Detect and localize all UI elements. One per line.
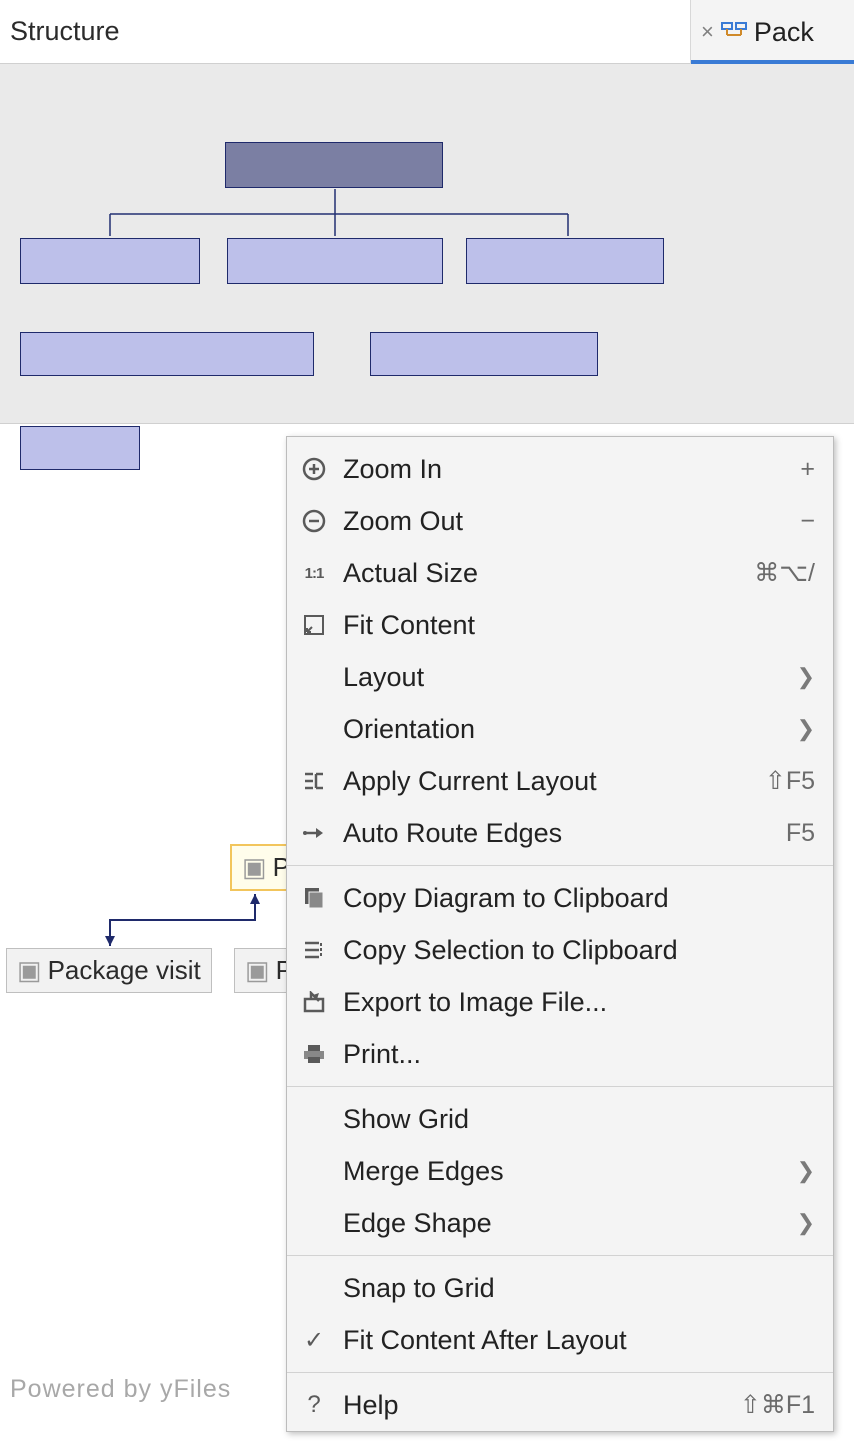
chevron-right-icon: ❯ [797, 716, 815, 742]
menu-copy-diagram[interactable]: Copy Diagram to Clipboard [287, 872, 833, 924]
powered-by: Powered by yFiles [10, 1375, 231, 1404]
panel-title: Structure [10, 16, 752, 47]
close-icon[interactable]: × [701, 19, 714, 45]
zoom-out-icon [299, 509, 329, 533]
folder-icon: ▣ [17, 955, 42, 986]
diagram-node-package-visit[interactable]: ▣ Package visit [6, 948, 212, 993]
chevron-right-icon: ❯ [797, 664, 815, 690]
export-icon [299, 991, 329, 1013]
overview-node [370, 332, 598, 376]
overview-node [227, 238, 443, 284]
diagram-icon [720, 21, 748, 43]
menu-separator [287, 1086, 833, 1087]
actual-size-icon: 1:1 [299, 565, 329, 582]
folder-icon: ▣ [242, 852, 267, 883]
menu-layout[interactable]: Layout ❯ [287, 651, 833, 703]
menu-print[interactable]: Print... [287, 1028, 833, 1080]
context-menu: Zoom In + Zoom Out − 1:1 Actual Size ⌘⌥/… [286, 436, 834, 1432]
menu-help[interactable]: ? Help ⇧⌘F1 [287, 1379, 833, 1431]
chevron-right-icon: ❯ [797, 1158, 815, 1184]
menu-copy-selection[interactable]: Copy Selection to Clipboard [287, 924, 833, 976]
menu-apply-layout[interactable]: Apply Current Layout ⇧F5 [287, 755, 833, 807]
copy-selection-icon [299, 939, 329, 961]
menu-merge-edges[interactable]: Merge Edges ❯ [287, 1145, 833, 1197]
menu-separator [287, 1255, 833, 1256]
menu-zoom-in[interactable]: Zoom In + [287, 443, 833, 495]
print-icon [299, 1043, 329, 1065]
menu-snap-to-grid[interactable]: Snap to Grid [287, 1262, 833, 1314]
editor-tab[interactable]: × Pack [690, 0, 854, 64]
fit-content-icon [299, 614, 329, 636]
check-icon: ✓ [299, 1326, 329, 1355]
menu-orientation[interactable]: Orientation ❯ [287, 703, 833, 755]
overview-node [225, 142, 443, 188]
menu-auto-route[interactable]: Auto Route Edges F5 [287, 807, 833, 859]
menu-edge-shape[interactable]: Edge Shape ❯ [287, 1197, 833, 1249]
menu-export[interactable]: Export to Image File... [287, 976, 833, 1028]
menu-zoom-out[interactable]: Zoom Out − [287, 495, 833, 547]
chevron-right-icon: ❯ [797, 1210, 815, 1236]
overview-node [20, 332, 314, 376]
help-icon: ? [299, 1391, 329, 1419]
folder-icon: ▣ [245, 955, 270, 986]
menu-show-grid[interactable]: Show Grid [287, 1093, 833, 1145]
layout-icon [299, 770, 329, 792]
copy-icon [299, 886, 329, 910]
menu-actual-size[interactable]: 1:1 Actual Size ⌘⌥/ [287, 547, 833, 599]
menu-separator [287, 1372, 833, 1373]
zoom-in-icon [299, 457, 329, 481]
route-icon [299, 825, 329, 841]
menu-fit-content[interactable]: Fit Content [287, 599, 833, 651]
tab-label: Pack [754, 17, 814, 48]
menu-separator [287, 865, 833, 866]
overview-node [20, 238, 200, 284]
structure-overview[interactable] [0, 64, 854, 424]
overview-node [466, 238, 664, 284]
menu-fit-after-layout[interactable]: ✓ Fit Content After Layout [287, 1314, 833, 1366]
